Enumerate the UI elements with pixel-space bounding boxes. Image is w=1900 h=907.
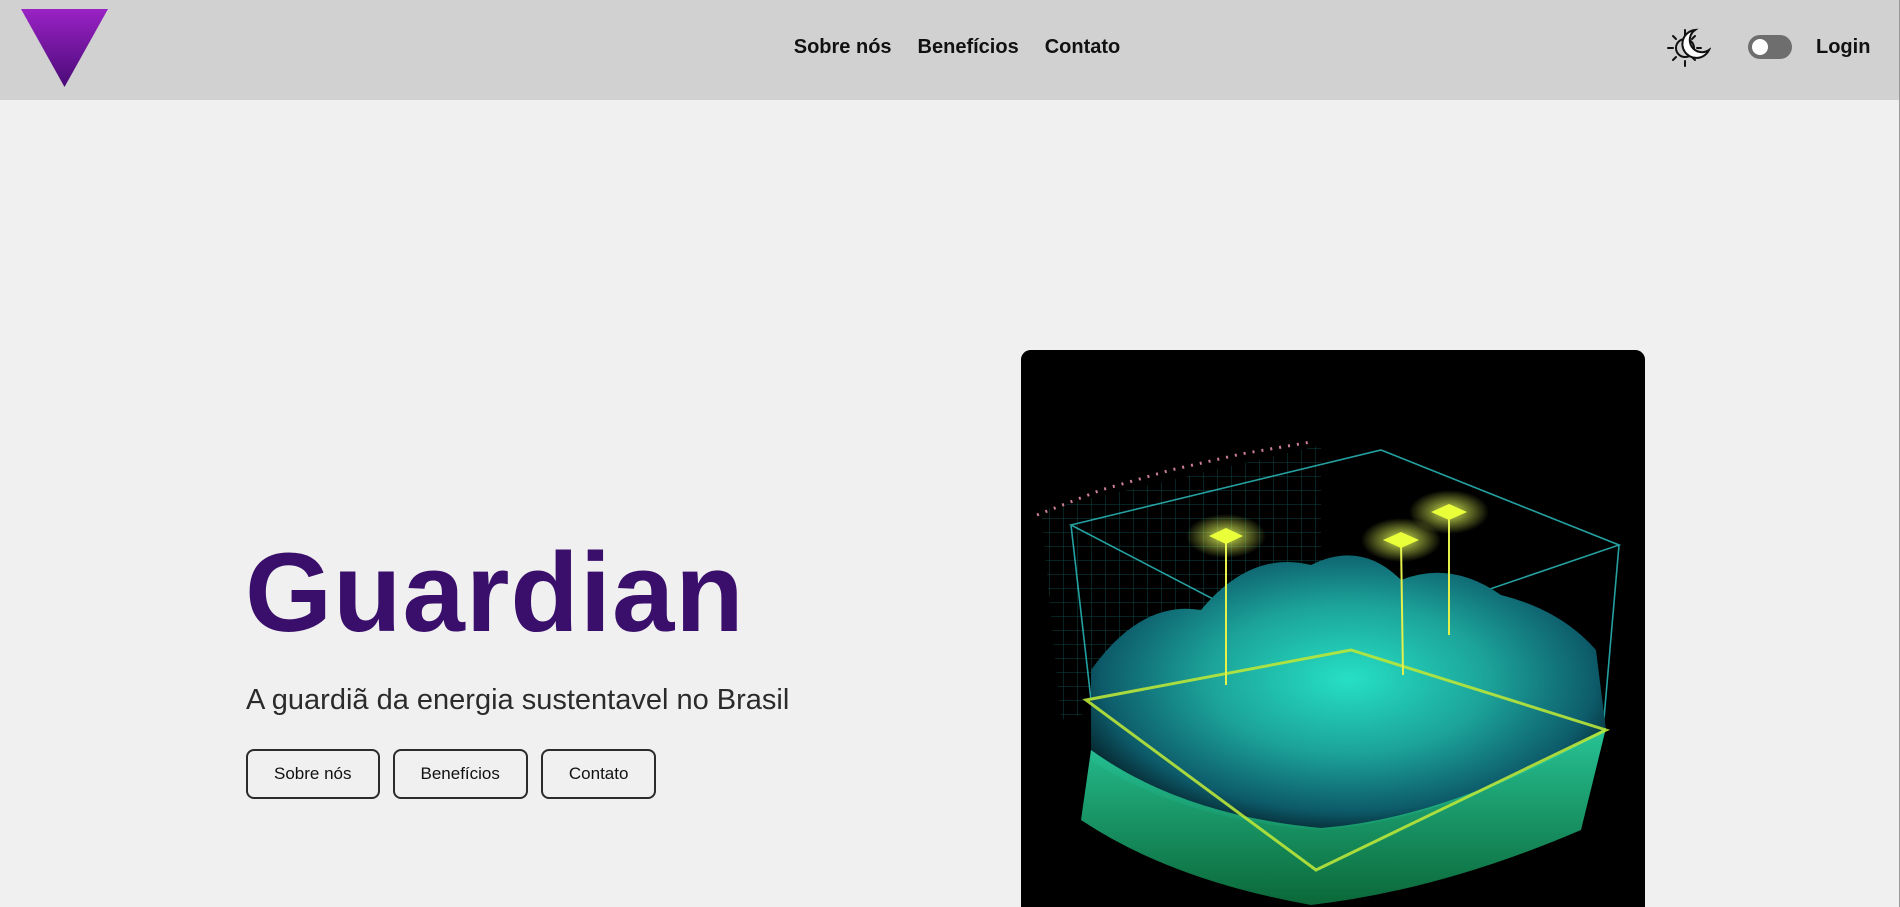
nav-beneficios[interactable]: Benefícios: [918, 36, 1019, 59]
header: Sobre nós Benefícios Contato Login: [0, 0, 1900, 100]
sobre-nos-button[interactable]: Sobre nós: [246, 749, 380, 799]
toggle-knob: [1752, 39, 1768, 55]
theme-toggle[interactable]: [1748, 35, 1792, 59]
hero-title: Guardian: [245, 530, 745, 655]
login-link[interactable]: Login: [1816, 36, 1870, 59]
contato-button[interactable]: Contato: [540, 749, 657, 799]
nav-sobre-nos[interactable]: Sobre nós: [794, 36, 892, 59]
beneficios-button[interactable]: Benefícios: [392, 749, 528, 799]
terrain-illustration: [1021, 350, 1645, 907]
hero-subtitle: A guardiã da energia sustentavel no Bras…: [246, 684, 790, 716]
nav-contato[interactable]: Contato: [1045, 36, 1121, 59]
hero-terrain-image: [1021, 350, 1645, 907]
main-nav: Sobre nós Benefícios Contato: [0, 0, 1900, 94]
sun-moon-icon[interactable]: [1665, 24, 1711, 70]
hero-buttons: Sobre nós Benefícios Contato: [246, 749, 657, 799]
